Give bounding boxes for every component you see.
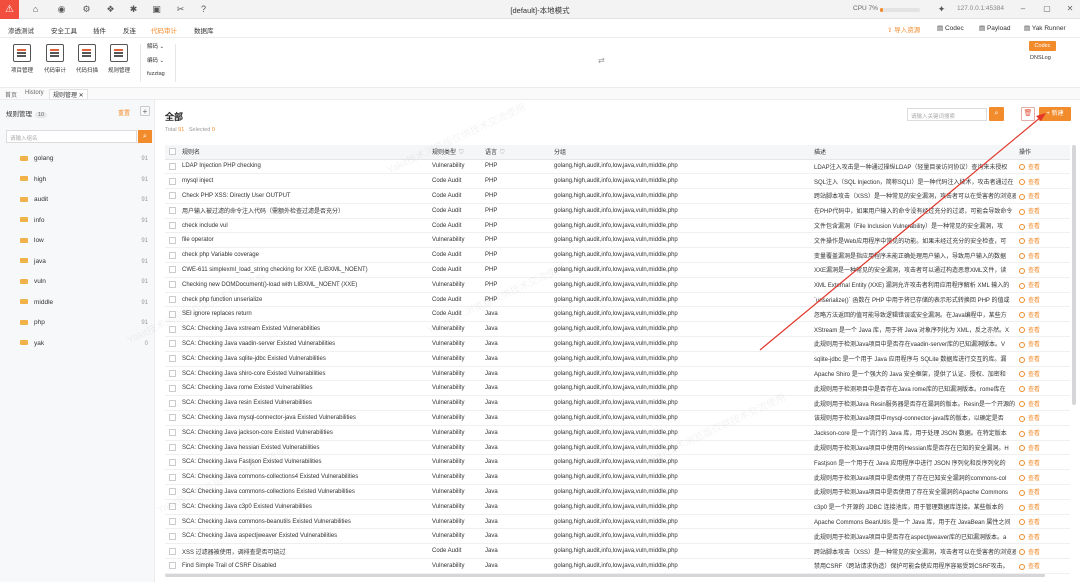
annotation-arrow: [759, 113, 1046, 351]
